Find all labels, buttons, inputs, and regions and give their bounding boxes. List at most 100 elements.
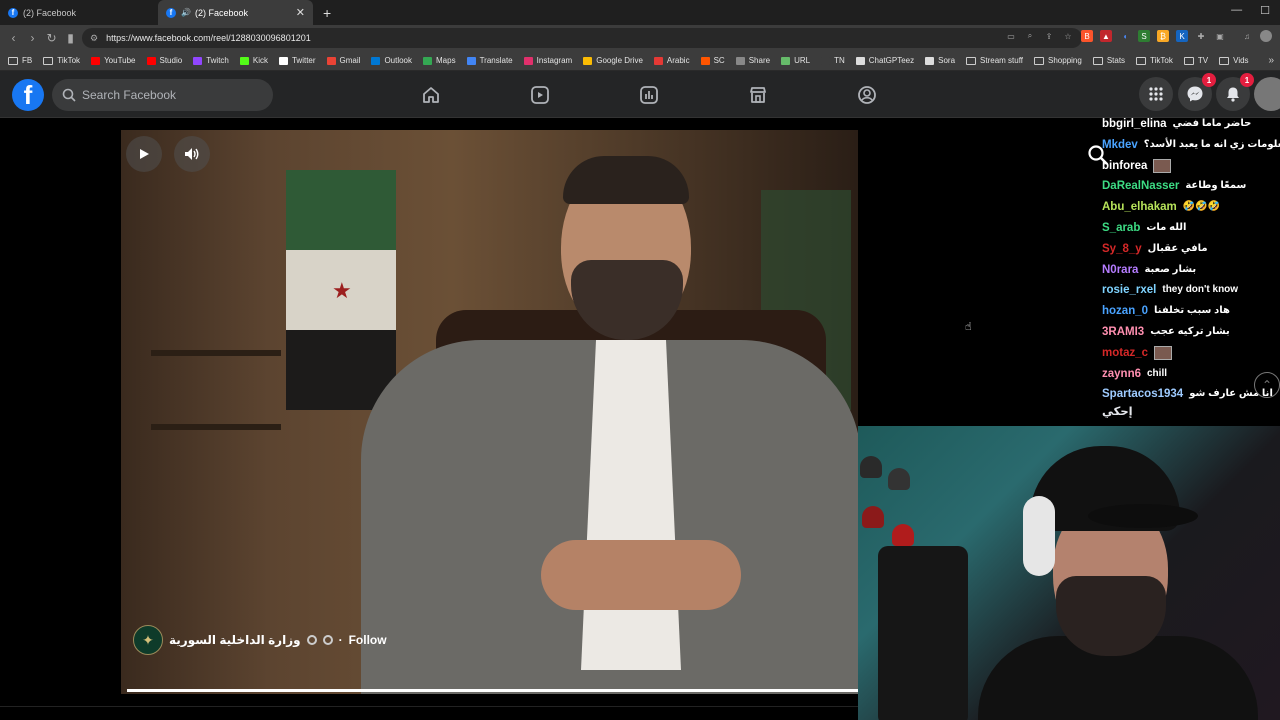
extensions-puzzle-icon[interactable]: ✚ bbox=[1195, 30, 1207, 42]
bookmark-gmail[interactable]: Gmail bbox=[326, 56, 360, 65]
bookmark-label: Maps bbox=[436, 56, 456, 65]
extension-icon[interactable]: S bbox=[1138, 30, 1150, 42]
browser-tab-strip: f (2) Facebook f 🔊 (2) Facebook ✕ + — ☐ bbox=[0, 0, 1280, 25]
bookmark-label: SC bbox=[713, 56, 725, 65]
reel-video-player[interactable]: ★ ✦ وزارة الداخلية السورية · Follow bbox=[121, 130, 858, 694]
new-tab-button[interactable]: + bbox=[323, 0, 331, 25]
rewards-icon[interactable]: ▲ bbox=[1100, 30, 1112, 42]
play-button[interactable] bbox=[126, 136, 162, 172]
chat-message: zaynn6 chill bbox=[1102, 364, 1280, 385]
notifications-button[interactable]: 1 bbox=[1216, 73, 1254, 111]
bookmark-label: Translate bbox=[479, 56, 513, 65]
share-icon[interactable]: ⇪ bbox=[1043, 30, 1055, 42]
chat-username: Mkdev bbox=[1102, 138, 1138, 151]
bookmark-tiktok[interactable]: TikTok bbox=[43, 56, 80, 65]
reload-icon[interactable]: ↻ bbox=[42, 31, 61, 45]
bookmark-label: Kick bbox=[252, 56, 268, 65]
chat-username: DaRealNasser bbox=[1102, 180, 1180, 193]
bookmark-sora[interactable]: Sora bbox=[925, 56, 955, 65]
page-avatar[interactable]: ✦ bbox=[133, 625, 163, 655]
tn-icon bbox=[821, 56, 831, 65]
bookmark-stream-stuff[interactable]: Stream stuff bbox=[966, 56, 1023, 65]
bookmark-twitter[interactable]: Twitter bbox=[278, 56, 316, 65]
profile-avatar[interactable] bbox=[1260, 30, 1272, 42]
bookmark-vids[interactable]: Vids bbox=[1219, 56, 1249, 65]
play-icon bbox=[140, 149, 149, 159]
bookmark-tv[interactable]: TV bbox=[1183, 56, 1208, 65]
follow-button[interactable]: Follow bbox=[349, 633, 387, 647]
video-progress-bar[interactable] bbox=[127, 689, 858, 692]
video-scene bbox=[581, 340, 681, 670]
bookmark-translate[interactable]: Translate bbox=[466, 56, 513, 65]
streamer-webcam bbox=[858, 426, 1280, 720]
media-icon[interactable]: ♫ bbox=[1241, 30, 1253, 42]
bookmark-shopping[interactable]: Shopping bbox=[1034, 56, 1082, 65]
chat-message: DaRealNasser سمعًا وطاعة bbox=[1102, 176, 1280, 197]
video-scene: ★ bbox=[286, 170, 396, 410]
extension-icon[interactable]: ◖ bbox=[1119, 30, 1131, 42]
speaker-icon[interactable]: 🔊 bbox=[181, 8, 191, 17]
back-icon[interactable]: ‹ bbox=[4, 31, 23, 45]
bookmark-kick[interactable]: Kick bbox=[239, 56, 268, 65]
messenger-button[interactable]: 1 bbox=[1178, 73, 1216, 111]
groups-icon[interactable] bbox=[857, 85, 877, 105]
sidebar-icon[interactable]: ▣ bbox=[1214, 30, 1226, 42]
close-tab-icon[interactable]: ✕ bbox=[296, 6, 305, 19]
facebook-favicon-icon: f bbox=[8, 7, 18, 18]
volume-icon bbox=[185, 148, 199, 160]
menu-grid-button[interactable] bbox=[1139, 77, 1173, 111]
facebook-favicon-icon: f bbox=[166, 7, 176, 18]
chat-message-text: حاضر ماما فضي bbox=[1172, 118, 1252, 129]
cast-icon[interactable]: ▭ bbox=[1005, 30, 1017, 42]
bookmark-studio[interactable]: Studio bbox=[146, 56, 182, 65]
bookmark-google-drive[interactable]: Google Drive bbox=[583, 56, 643, 65]
forward-icon[interactable]: › bbox=[23, 31, 42, 45]
bookmark-instagram[interactable]: Instagram bbox=[523, 56, 572, 65]
brave-shield-icon[interactable]: B bbox=[1081, 30, 1093, 42]
zoom-icon[interactable]: ⌕ bbox=[1024, 30, 1036, 42]
bookmark-youtube[interactable]: YouTube bbox=[91, 56, 136, 65]
browser-tab[interactable]: f (2) Facebook bbox=[0, 0, 155, 25]
bookmark-sc[interactable]: SC bbox=[700, 56, 725, 65]
bookmark-stats[interactable]: Stats bbox=[1092, 56, 1125, 65]
bookmark-twitch[interactable]: Twitch bbox=[193, 56, 229, 65]
account-avatar[interactable] bbox=[1254, 77, 1280, 111]
bookmark-icon[interactable]: ▮ bbox=[61, 31, 80, 45]
maximize-icon[interactable]: ☐ bbox=[1260, 4, 1270, 17]
bookmarks-overflow-button[interactable]: » bbox=[1268, 55, 1274, 66]
bookmark-tn[interactable]: TN bbox=[821, 56, 845, 65]
home-icon[interactable] bbox=[421, 85, 441, 105]
extension-icon[interactable]: K bbox=[1176, 30, 1188, 42]
page-name[interactable]: وزارة الداخلية السورية bbox=[169, 633, 301, 647]
chat-message: 3RAMI3 بشار تركيه عجب bbox=[1102, 322, 1280, 343]
chatgpt-icon bbox=[855, 56, 865, 65]
bookmark-tiktok[interactable]: TikTok bbox=[1136, 56, 1173, 65]
mute-button[interactable] bbox=[174, 136, 210, 172]
folder-icon bbox=[43, 56, 54, 65]
extension-icon[interactable]: ₿ bbox=[1157, 30, 1169, 42]
bookmark-label: TikTok bbox=[57, 56, 81, 65]
bookmark-label: Shopping bbox=[1048, 56, 1082, 65]
video-icon[interactable] bbox=[530, 85, 550, 105]
star-icon[interactable]: ☆ bbox=[1062, 30, 1074, 42]
bookmark-outlook[interactable]: Outlook bbox=[371, 56, 412, 65]
bookmark-chatgpteez[interactable]: ChatGPTeez bbox=[855, 56, 914, 65]
marketplace-icon[interactable] bbox=[748, 85, 768, 105]
bookmark-maps[interactable]: Maps bbox=[423, 56, 456, 65]
minimize-icon[interactable]: — bbox=[1231, 4, 1242, 17]
soundcloud-icon bbox=[700, 56, 710, 65]
folder-icon bbox=[1092, 56, 1103, 65]
address-bar[interactable]: ⚙ https://www.facebook.com/reel/12880300… bbox=[82, 28, 1082, 48]
chat-username: rosie_rxel bbox=[1102, 284, 1157, 297]
dashboard-icon[interactable] bbox=[639, 85, 659, 105]
bookmark-share[interactable]: Share bbox=[735, 56, 770, 65]
extensions-area: ▭ ⌕ ⇪ ☆ B ▲ ◖ S ₿ K ✚ ▣ ♫ bbox=[1005, 30, 1272, 42]
messenger-icon bbox=[1187, 86, 1203, 102]
scroll-up-icon[interactable]: ⌃ bbox=[1254, 372, 1280, 398]
bookmark-fb[interactable]: FB bbox=[8, 56, 32, 65]
bookmark-arabic[interactable]: Arabic bbox=[653, 56, 690, 65]
bookmark-url[interactable]: URL bbox=[781, 56, 810, 65]
site-info-icon[interactable]: ⚙ bbox=[90, 33, 98, 44]
browser-tab-active[interactable]: f 🔊 (2) Facebook ✕ bbox=[158, 0, 313, 25]
translate-icon bbox=[466, 56, 476, 65]
